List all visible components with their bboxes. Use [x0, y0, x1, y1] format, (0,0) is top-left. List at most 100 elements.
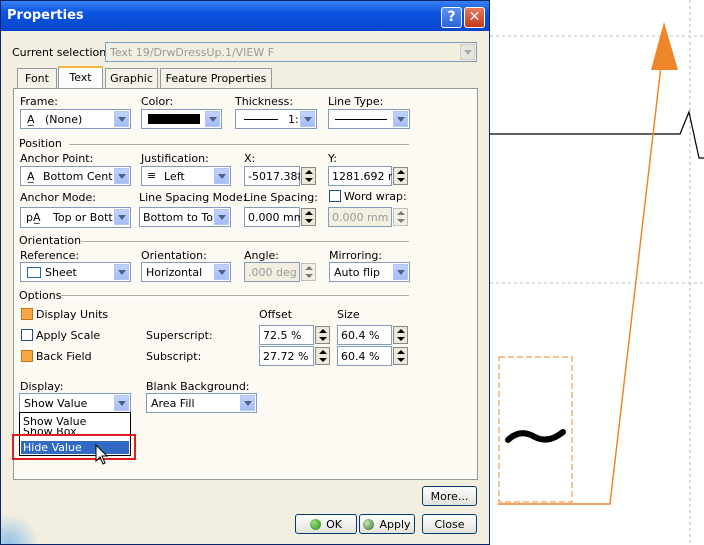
mirroring-label: Mirroring:: [329, 249, 383, 262]
apply-button-label: Apply: [379, 518, 411, 531]
back-field-checkbox[interactable]: [21, 350, 33, 362]
thickness-line-preview: [244, 119, 278, 120]
tab-feature-properties-label: Feature Properties: [165, 72, 267, 85]
word-wrap-value: 0.000 mm: [332, 211, 389, 224]
superscript-size-value: 60.4 %: [341, 329, 380, 342]
subscript-size-spinner[interactable]: [393, 347, 408, 365]
y-label: Y:: [328, 152, 337, 165]
anchor-mode-icon: pA̲: [26, 211, 41, 224]
line-type-label: Line Type:: [328, 95, 384, 108]
y-value: 1281.692 mı: [332, 170, 392, 183]
anchor-point-value: Bottom Cente: [43, 170, 113, 183]
superscript-offset-spinner[interactable]: [315, 326, 330, 344]
apply-button[interactable]: Apply: [359, 514, 415, 534]
word-wrap-label: Word wrap:: [344, 190, 407, 203]
reference-value: Sheet: [45, 266, 77, 279]
current-selection-combo[interactable]: Text 19/DrwDressUp.1/VIEW F: [105, 42, 477, 62]
tab-text[interactable]: Text: [58, 66, 103, 89]
line-spacing-mode-combo[interactable]: Bottom to Top: [139, 207, 231, 227]
chevron-down-icon: [114, 209, 129, 225]
word-wrap-spinner[interactable]: [393, 208, 408, 226]
thickness-combo[interactable]: 1:: [235, 109, 317, 129]
orientation-value: Horizontal: [146, 266, 203, 279]
subscript-size-input[interactable]: 60.4 %: [337, 346, 392, 366]
line-spacing-value: 0.000 mm: [248, 211, 300, 224]
anchor-point-combo[interactable]: A̲ Bottom Cente: [20, 166, 131, 186]
tab-text-label: Text: [69, 71, 92, 84]
line-spacing-mode-label: Line Spacing Mode:: [139, 191, 247, 204]
orientation-label: Orientation:: [141, 249, 207, 262]
chevron-down-icon: [114, 395, 129, 411]
word-wrap-input[interactable]: 0.000 mm: [328, 207, 392, 227]
subscript-offset-spinner[interactable]: [315, 347, 330, 365]
subscript-offset-input[interactable]: 27.72 %: [259, 346, 314, 366]
subscript-offset-value: 27.72 %: [263, 350, 309, 363]
line-spacing-spinner[interactable]: [301, 208, 316, 226]
title-bar: Properties ? ✕: [1, 1, 489, 31]
more-button[interactable]: More...: [422, 486, 477, 506]
apply-scale-checkbox[interactable]: [21, 329, 33, 341]
y-input[interactable]: 1281.692 mı: [328, 166, 392, 186]
chevron-down-icon: [114, 111, 129, 127]
justification-combo[interactable]: ≡ Left: [141, 166, 231, 186]
blank-background-combo[interactable]: Area Fill: [146, 393, 257, 413]
chevron-down-icon: [114, 168, 129, 184]
superscript-size-input[interactable]: 60.4 %: [337, 325, 392, 345]
x-spinner[interactable]: [301, 167, 316, 185]
tab-feature-properties[interactable]: Feature Properties: [160, 68, 272, 88]
tab-font-label: Font: [25, 72, 49, 85]
tab-graphic[interactable]: Graphic: [105, 68, 158, 88]
word-wrap-checkbox[interactable]: [329, 190, 341, 202]
angle-spinner[interactable]: [301, 263, 316, 281]
x-value: -5017.388: [248, 170, 300, 183]
corner-logo: [1, 516, 41, 544]
blank-background-value: Area Fill: [151, 397, 195, 410]
chevron-down-icon: [214, 209, 229, 225]
frame-combo[interactable]: A̲ (None): [20, 109, 131, 129]
chevron-down-icon: [393, 111, 408, 127]
sheet-icon: [27, 267, 41, 278]
align-left-icon: ≡: [147, 169, 157, 182]
close-window-button[interactable]: ✕: [464, 7, 485, 28]
color-label: Color:: [141, 95, 174, 108]
more-button-label: More...: [430, 490, 469, 503]
display-units-checkbox[interactable]: [21, 308, 33, 320]
angle-value: .000 deg: [248, 266, 297, 279]
anchor-point-label: Anchor Point:: [20, 152, 94, 165]
tab-font[interactable]: Font: [17, 68, 57, 88]
help-button[interactable]: ?: [441, 7, 462, 28]
frame-label: Frame:: [20, 95, 58, 108]
mirroring-combo[interactable]: Auto flip: [329, 262, 410, 282]
anchor-mode-value: Top or Bottc: [53, 211, 113, 224]
anchor-mode-combo[interactable]: pA̲ Top or Bottc: [20, 207, 131, 228]
ok-icon: [310, 519, 322, 530]
ok-button[interactable]: OK: [295, 514, 357, 534]
display-combo[interactable]: Show Value: [19, 393, 131, 413]
chevron-down-icon: [114, 264, 129, 280]
angle-input[interactable]: .000 deg: [244, 262, 300, 282]
list-item[interactable]: Show Value: [21, 415, 129, 428]
tab-graphic-label: Graphic: [110, 72, 153, 85]
line-spacing-mode-value: Bottom to Top: [143, 211, 215, 224]
reference-combo[interactable]: Sheet: [20, 262, 131, 282]
options-section-title: Options: [19, 289, 62, 302]
chevron-down-icon: [240, 395, 255, 411]
superscript-offset-input[interactable]: 72.5 %: [259, 325, 314, 345]
line-spacing-input[interactable]: 0.000 mm: [244, 207, 300, 227]
y-spinner[interactable]: [393, 167, 408, 185]
close-button[interactable]: Close: [422, 514, 477, 534]
line-type-combo[interactable]: [328, 109, 410, 129]
line-type-preview: [335, 119, 387, 120]
orientation-divider: [81, 241, 409, 243]
mirroring-value: Auto flip: [334, 266, 381, 279]
color-combo[interactable]: [141, 109, 222, 129]
orientation-combo[interactable]: Horizontal: [141, 262, 231, 282]
orientation-section-title: Orientation: [19, 234, 82, 247]
ok-button-label: OK: [326, 518, 342, 531]
superscript-size-spinner[interactable]: [393, 326, 408, 344]
anchor-mode-label: Anchor Mode:: [20, 191, 96, 204]
chevron-down-icon: [214, 264, 229, 280]
close-button-label: Close: [434, 518, 465, 531]
x-input[interactable]: -5017.388: [244, 166, 300, 186]
window-title: Properties: [7, 8, 84, 23]
